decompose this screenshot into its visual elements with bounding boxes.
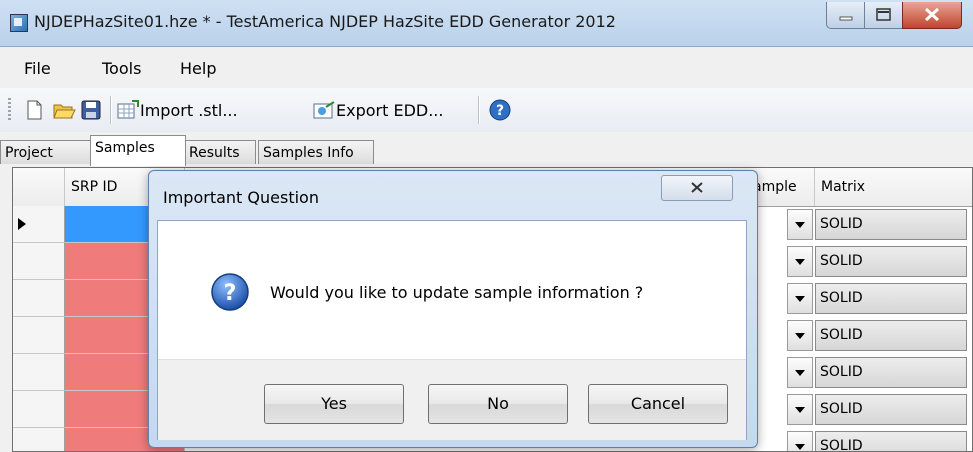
- window-title: NJDEPHazSite01.hze * - TestAmerica NJDEP…: [34, 12, 616, 31]
- row-header[interactable]: [13, 428, 65, 451]
- new-file-button[interactable]: [24, 96, 44, 124]
- toolbar-separator: [110, 96, 112, 124]
- chevron-down-icon: [795, 333, 805, 339]
- close-icon: [691, 182, 703, 193]
- export-edd-button[interactable]: Export EDD...: [312, 96, 443, 124]
- dialog-button-area: Yes No Cancel: [158, 359, 746, 440]
- srp-id-header-label: SRP ID: [71, 179, 118, 195]
- sample-dropdown-button[interactable]: [787, 320, 813, 351]
- save-button[interactable]: [80, 96, 102, 124]
- matrix-cell[interactable]: SOLID: [815, 431, 967, 451]
- svg-text:?: ?: [496, 103, 504, 119]
- app-icon: [10, 14, 28, 32]
- matrix-cell[interactable]: SOLID: [815, 320, 967, 351]
- row-header-corner: [13, 168, 65, 206]
- matrix-header-label: Matrix: [821, 179, 866, 195]
- new-file-icon: [27, 100, 42, 120]
- export-edd-label: Export EDD...: [336, 100, 444, 120]
- save-icon: [81, 100, 101, 120]
- current-row-arrow-icon: [18, 218, 26, 230]
- dialog-message-area: ? Would you like to update sample inform…: [158, 221, 746, 359]
- dialog-body: ? Would you like to update sample inform…: [157, 220, 747, 440]
- chevron-down-icon: [795, 222, 805, 228]
- menu-bar: File Tools Help: [0, 47, 973, 87]
- menu-help[interactable]: Help: [180, 59, 216, 78]
- toolbar-grip[interactable]: [8, 98, 11, 122]
- tab-strip: Project Samples Results Samples Info: [0, 132, 973, 168]
- row-header[interactable]: [13, 243, 65, 280]
- menu-file[interactable]: File: [24, 59, 51, 78]
- column-header-matrix[interactable]: Matrix: [815, 168, 972, 206]
- minimize-button[interactable]: [826, 2, 866, 29]
- matrix-cell[interactable]: SOLID: [815, 394, 967, 425]
- dialog-close-button[interactable]: [661, 175, 733, 201]
- svg-text:?: ?: [224, 281, 237, 306]
- tab-project-label: Project: [5, 145, 53, 161]
- no-button[interactable]: No: [428, 384, 568, 424]
- toolbar-separator: [478, 96, 480, 124]
- important-question-dialog: Important Question ? Would you like to u…: [148, 170, 758, 448]
- tab-samples-info-label: Samples Info: [263, 145, 354, 161]
- open-folder-icon: [53, 104, 76, 119]
- tab-results-label: Results: [189, 145, 240, 161]
- tab-project[interactable]: Project: [0, 140, 92, 164]
- row-header[interactable]: [13, 391, 65, 428]
- close-window-button[interactable]: [902, 2, 962, 29]
- maximize-button[interactable]: [864, 2, 904, 29]
- column-header-sample[interactable]: ample: [749, 168, 815, 206]
- sample-dropdown-button[interactable]: [787, 357, 813, 388]
- sample-header-label: ample: [753, 179, 797, 195]
- help-icon: ?: [489, 99, 511, 121]
- open-file-button[interactable]: [52, 96, 76, 124]
- dialog-title: Important Question: [163, 188, 319, 207]
- chevron-down-icon: [795, 259, 805, 265]
- tab-samples-label: Samples: [95, 140, 155, 156]
- menu-tools[interactable]: Tools: [102, 59, 141, 78]
- chevron-down-icon: [795, 407, 805, 413]
- sample-dropdown-button[interactable]: [787, 246, 813, 277]
- matrix-cell[interactable]: SOLID: [815, 209, 967, 240]
- import-icon: [117, 100, 139, 119]
- tab-results[interactable]: Results: [184, 140, 256, 164]
- yes-button[interactable]: Yes: [264, 384, 404, 424]
- sample-dropdown-button[interactable]: [787, 283, 813, 314]
- chevron-down-icon: [795, 370, 805, 376]
- row-header[interactable]: [13, 354, 65, 391]
- help-button[interactable]: ?: [488, 96, 512, 124]
- tab-samples-info[interactable]: Samples Info: [258, 140, 374, 164]
- row-header[interactable]: [13, 206, 65, 243]
- sample-dropdown-button[interactable]: [787, 431, 813, 451]
- dialog-message: Would you like to update sample informat…: [270, 283, 644, 302]
- question-icon: ?: [211, 273, 249, 311]
- cancel-button[interactable]: Cancel: [588, 384, 728, 424]
- sample-dropdown-button[interactable]: [787, 394, 813, 425]
- row-header[interactable]: [13, 280, 65, 317]
- tab-samples[interactable]: Samples: [90, 135, 186, 166]
- import-stl-label: Import .stl...: [140, 100, 238, 120]
- chevron-down-icon: [795, 444, 805, 450]
- matrix-cell[interactable]: SOLID: [815, 246, 967, 277]
- toolbar: Import .stl... Export EDD... ?: [0, 88, 973, 132]
- sample-dropdown-button[interactable]: [787, 209, 813, 240]
- matrix-cell[interactable]: SOLID: [815, 357, 967, 388]
- chevron-down-icon: [795, 296, 805, 302]
- window-title-bar: NJDEPHazSite01.hze * - TestAmerica NJDEP…: [0, 0, 973, 47]
- matrix-cell[interactable]: SOLID: [815, 283, 967, 314]
- export-icon: [313, 101, 335, 119]
- import-stl-button[interactable]: Import .stl...: [116, 96, 238, 124]
- row-header[interactable]: [13, 317, 65, 354]
